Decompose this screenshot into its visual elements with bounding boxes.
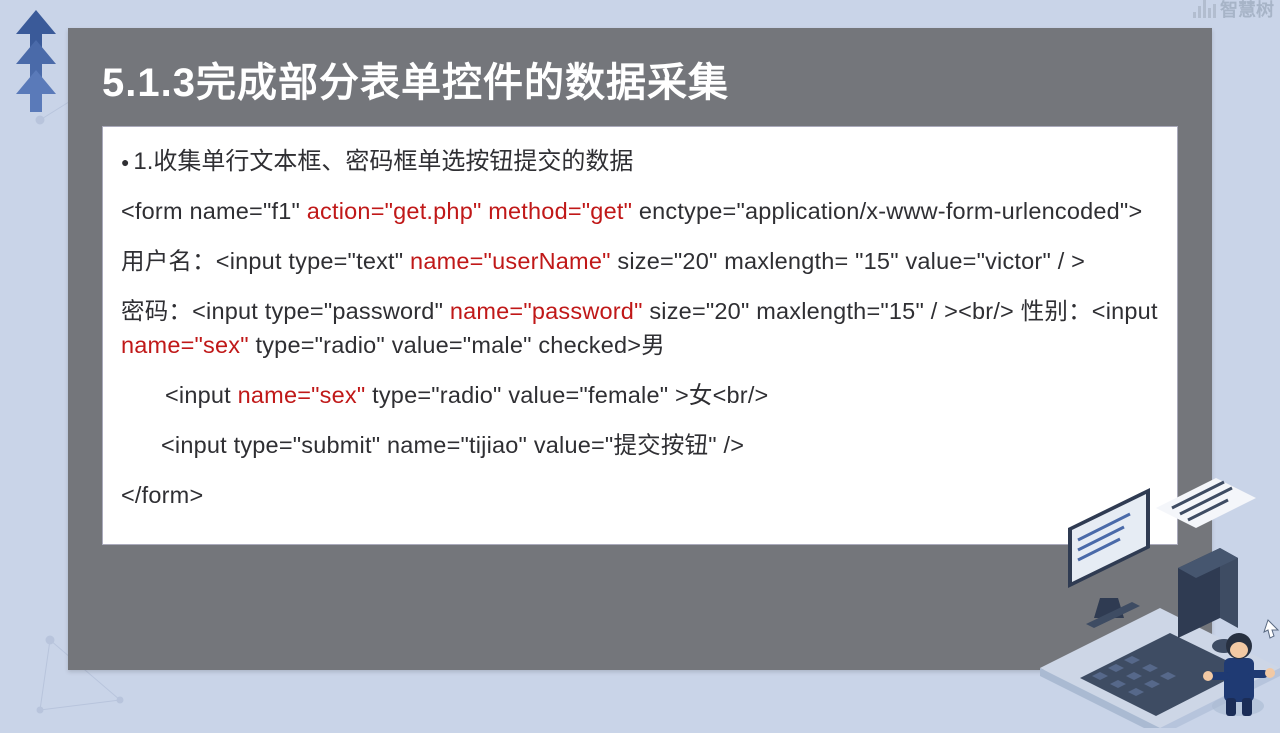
code-line-username: 用户名：<input type="text" name="userName" s… [121,244,1159,278]
decorative-arrows [12,10,60,120]
watermark-bars-icon [1193,0,1216,18]
slide-content: 1.收集单行文本框、密码框单选按钮提交的数据 <form name="f1" a… [102,126,1178,545]
code-line-submit: <input type="submit" name="tijiao" value… [121,428,1159,462]
code-line-password-sex: 密码：<input type="password" name="password… [121,294,1159,362]
slide-title: 5.1.3完成部分表单控件的数据采集 [68,28,1212,126]
computer-illustration [1020,468,1280,728]
code-line-sex-female: <input name="sex" type="radio" value="fe… [121,378,1159,412]
code-block: <form name="f1" action="get.php" method=… [121,194,1159,512]
watermark-text: 智慧树 [1220,0,1274,22]
bullet-point: 1.收集单行文本框、密码框单选按钮提交的数据 [121,141,1159,176]
code-line-form-open: <form name="f1" action="get.php" method=… [121,194,1159,228]
watermark: 智慧树 [1193,0,1274,22]
code-line-form-close: </form> [121,478,1159,512]
